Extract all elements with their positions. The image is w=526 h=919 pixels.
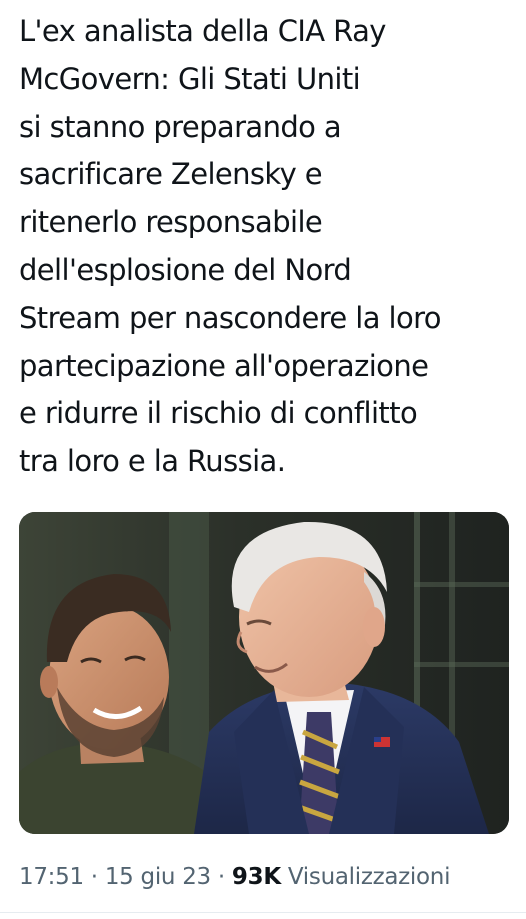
tweet-photo[interactable] [19, 512, 509, 834]
meta-separator: · [83, 864, 105, 890]
tweet-text: L'ex analista della CIA Ray McGovern: Gl… [19, 14, 442, 479]
tweet-date[interactable]: 15 giu 23 [105, 864, 211, 890]
photo-illustration [19, 512, 509, 834]
meta-separator: · [210, 864, 232, 890]
tweet-meta: 17:51 · 15 giu 23 · 93K Visualizzazioni [19, 864, 450, 890]
tweet-time[interactable]: 17:51 [19, 864, 84, 890]
divider [0, 912, 526, 913]
views-count[interactable]: 93K [232, 864, 281, 890]
views-label: Visualizzazioni [280, 864, 451, 890]
tweet: L'ex analista della CIA Ray McGovern: Gl… [0, 0, 526, 919]
